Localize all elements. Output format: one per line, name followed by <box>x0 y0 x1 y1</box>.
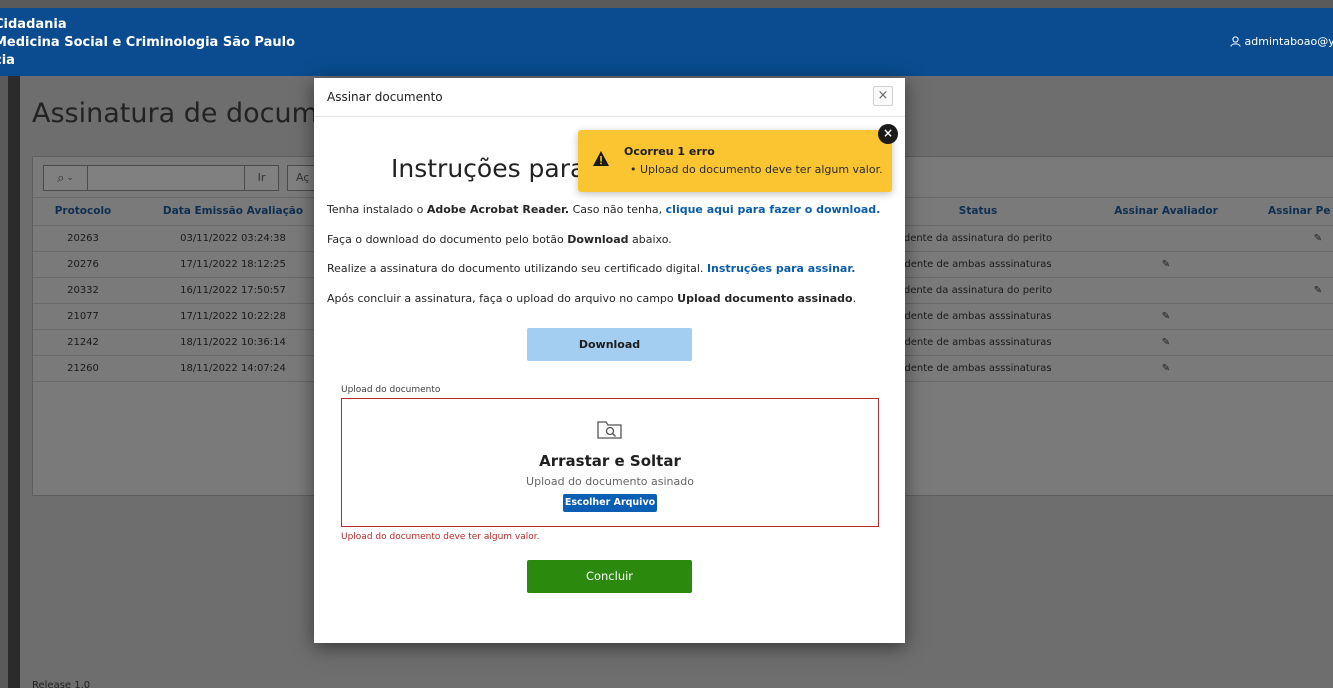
cell-status: dente da assinatura do perito <box>903 285 1053 296</box>
text: Realize a assinatura do documento utiliz… <box>327 262 707 275</box>
app-header: Cidadania Medicina Social e Criminologia… <box>0 8 1333 76</box>
folder-search-icon <box>597 421 622 439</box>
sign-avaliador-pencil-icon[interactable]: ✎ <box>1091 252 1241 278</box>
download-acrobat-link[interactable]: clique aqui para fazer o download. <box>666 203 881 216</box>
sign-perito-pencil-icon[interactable] <box>1303 356 1333 382</box>
dialog-header: Assinar documento × <box>314 78 905 117</box>
notification-close-icon[interactable]: × <box>878 124 898 144</box>
text-bold: Upload documento assinado <box>677 292 853 305</box>
sign-avaliador-pencil-icon[interactable] <box>1091 278 1241 304</box>
notification-title: Ocorreu 1 erro <box>624 145 715 158</box>
go-button[interactable]: Ir <box>244 166 278 190</box>
sign-avaliador-pencil-icon[interactable] <box>1091 226 1241 252</box>
app-title-line-3: cia <box>0 53 15 68</box>
text: abaixo. <box>628 233 672 246</box>
instruction-line-1: Tenha instalado o Adobe Acrobat Reader. … <box>327 203 880 216</box>
text: Tenha instalado o <box>327 203 427 216</box>
cell-status: dente de ambas asssinaturas <box>904 259 1052 270</box>
search-icon: ⌕ <box>57 170 65 186</box>
cell-protocolo: 21242 <box>67 337 99 348</box>
report-toolbar: ⌕ ⌄ Ir Aç <box>43 165 319 191</box>
search-column-selector[interactable]: ⌕ ⌄ <box>44 166 88 190</box>
user-name: admintaboao@yopr <box>1244 35 1333 48</box>
instruction-line-4: Após concluir a assinatura, faça o uploa… <box>327 292 856 305</box>
choose-file-button[interactable]: Escolher Arquivo <box>563 494 657 512</box>
column-header-protocolo[interactable]: Protocolo <box>33 198 133 224</box>
sign-perito-pencil-icon[interactable] <box>1303 252 1333 278</box>
left-nav-bar <box>8 76 20 688</box>
cell-status: dente de ambas asssinaturas <box>904 311 1052 322</box>
user-menu[interactable]: admintaboao@yopr <box>1229 35 1333 48</box>
chevron-down-icon: ⌄ <box>66 173 74 183</box>
error-notification: Ocorreu 1 erro • Upload do documento dev… <box>578 130 892 192</box>
sign-perito-pencil-icon[interactable] <box>1303 330 1333 356</box>
text-bold: Adobe Acrobat Reader. <box>426 203 570 216</box>
cell-protocolo: 20276 <box>67 259 99 270</box>
app-title-line-2: Medicina Social e Criminologia São Paulo <box>0 35 296 50</box>
sign-perito-pencil-icon[interactable] <box>1303 304 1333 330</box>
close-icon[interactable]: × <box>873 86 893 106</box>
cell-protocolo: 20332 <box>67 285 99 296</box>
column-header-assinar-avaliador[interactable]: Assinar Avaliador <box>1091 198 1241 224</box>
sign-perito-pencil-icon[interactable]: ✎ <box>1303 226 1333 252</box>
download-button[interactable]: Download <box>527 328 692 361</box>
upload-field-error: Upload do documento deve ter algum valor… <box>341 532 540 542</box>
instructions-heading: Instruções para <box>391 154 586 183</box>
text: Após concluir a assinatura, faça o uploa… <box>327 292 678 305</box>
dialog-title: Assinar documento <box>327 90 443 104</box>
warning-icon <box>593 151 609 166</box>
sign-instructions-link[interactable]: Instruções para assinar. <box>707 262 855 275</box>
upload-field-label: Upload do documento <box>341 385 441 395</box>
column-header-assinar-perito[interactable]: Assinar Pe <box>1268 198 1333 224</box>
file-dropzone[interactable]: Arrastar e Soltar Upload do documento as… <box>341 398 879 527</box>
search-box[interactable]: ⌕ ⌄ Ir <box>43 165 279 191</box>
concluir-button[interactable]: Concluir <box>527 560 692 593</box>
cell-protocolo: 20263 <box>67 233 99 244</box>
sign-avaliador-pencil-icon[interactable]: ✎ <box>1091 330 1241 356</box>
page-title: Assinatura de documen <box>32 98 352 129</box>
cell-status: dente da assinatura do perito <box>903 233 1053 244</box>
sign-avaliador-pencil-icon[interactable]: ✎ <box>1091 356 1241 382</box>
cell-status: dente de ambas asssinaturas <box>904 363 1052 374</box>
cell-status: dente de ambas asssinaturas <box>904 337 1052 348</box>
app-title-block: Cidadania Medicina Social e Criminologia… <box>0 16 295 70</box>
text: Caso não tenha, <box>569 203 666 216</box>
cell-data: 18/11/2022 14:07:24 <box>180 363 286 374</box>
text: . <box>852 292 857 305</box>
dropzone-subtitle: Upload do documento asinado <box>526 475 694 488</box>
cell-data: 17/11/2022 10:22:28 <box>180 311 286 322</box>
text-bold: Download <box>567 233 629 246</box>
instruction-line-3: Realize a assinatura do documento utiliz… <box>327 262 855 275</box>
cell-data: 03/11/2022 03:24:38 <box>180 233 286 244</box>
cell-data: 18/11/2022 10:36:14 <box>180 337 286 348</box>
cell-data: 17/11/2022 18:12:25 <box>180 259 286 270</box>
column-header-status[interactable]: Status <box>898 198 1058 224</box>
sign-perito-pencil-icon[interactable]: ✎ <box>1303 278 1333 304</box>
release-footer: Release 1.0 <box>32 680 91 688</box>
column-header-data-emissao[interactable]: Data Emissão Avaliação <box>133 198 333 224</box>
dropzone-title: Arrastar e Soltar <box>539 452 681 470</box>
user-icon <box>1229 36 1241 47</box>
cell-protocolo: 21077 <box>67 311 99 322</box>
instruction-line-2: Faça o download do documento pelo botão … <box>327 233 672 246</box>
app-title-line-1: Cidadania <box>0 17 67 32</box>
text: Faça o download do documento pelo botão <box>327 233 568 246</box>
cell-protocolo: 21260 <box>67 363 99 374</box>
notification-message[interactable]: • Upload do documento deve ter algum val… <box>630 163 883 176</box>
sign-avaliador-pencil-icon[interactable]: ✎ <box>1091 304 1241 330</box>
cell-data: 16/11/2022 17:50:57 <box>180 285 286 296</box>
